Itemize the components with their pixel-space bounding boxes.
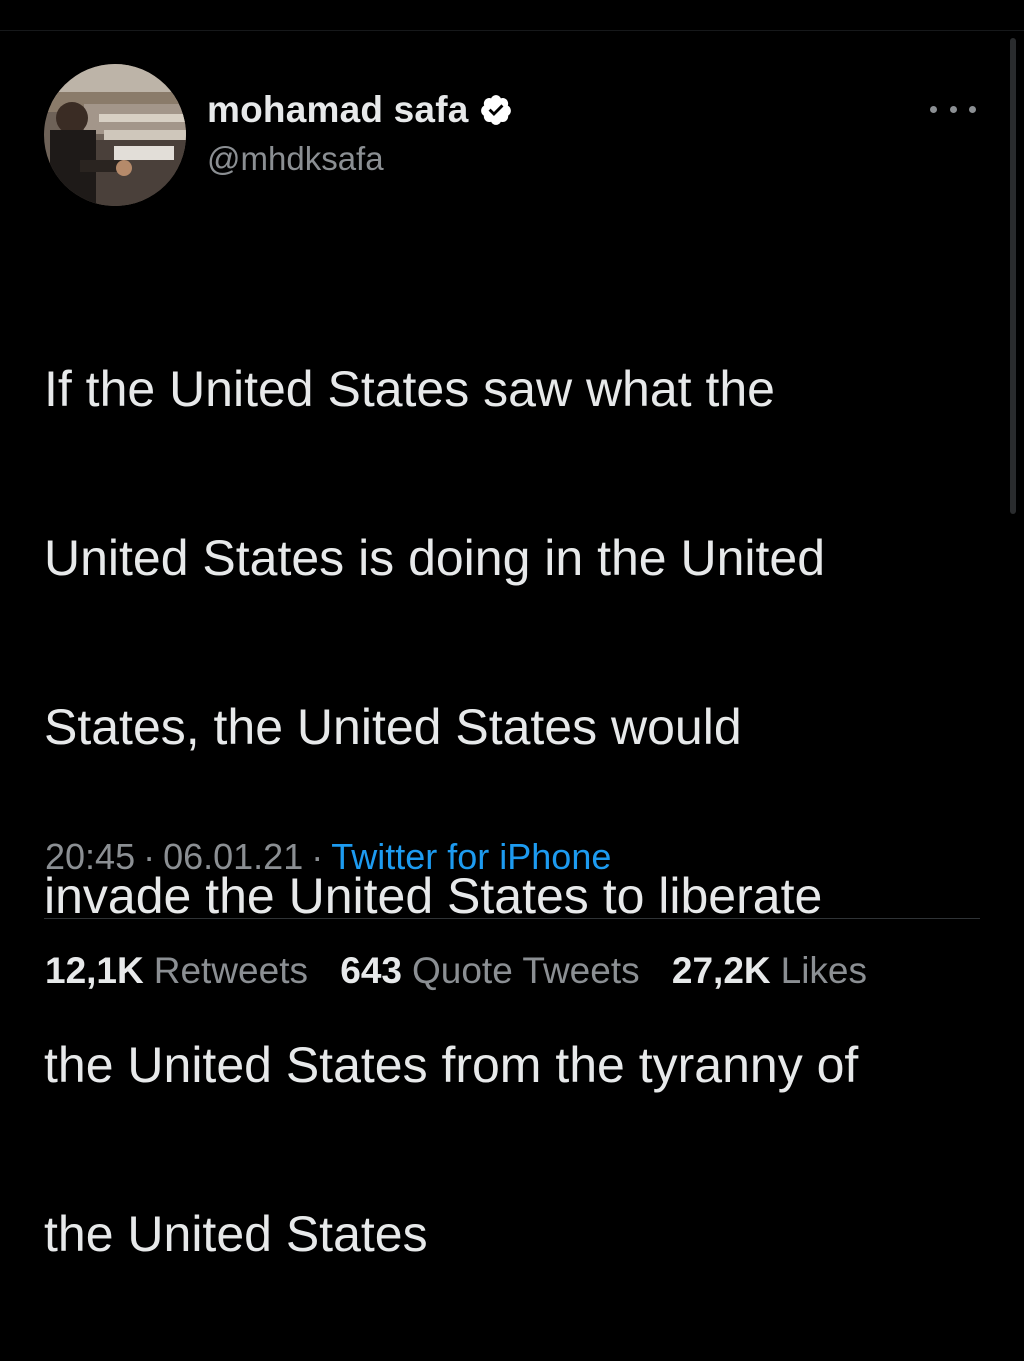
more-horizontal-icon <box>930 105 937 113</box>
tweet-text-line: United States is doing in the United <box>44 529 826 586</box>
retweets-count: 12,1K <box>45 950 144 991</box>
quote-tweets-count: 643 <box>340 950 402 991</box>
user-handle[interactable]: @mhdksafa <box>207 140 513 178</box>
avatar-photo <box>44 64 186 206</box>
quote-tweets-label: Quote Tweets <box>411 950 640 991</box>
display-name: mohamad safa <box>207 89 469 130</box>
tweet-text-line: the United States <box>44 1205 428 1262</box>
meta-separator: · <box>311 836 324 877</box>
verified-badge-icon <box>479 93 513 127</box>
tweet-text: If the United States saw what the United… <box>44 262 999 1361</box>
stats-divider <box>44 918 980 919</box>
tweet-text-line: States, the United States would <box>44 698 742 755</box>
more-options-button[interactable] <box>930 96 976 122</box>
display-name-row[interactable]: mohamad safa <box>207 86 513 134</box>
user-info: mohamad safa @mhdksafa <box>207 86 513 178</box>
tweet: mohamad safa @mhdksafa If the United Sta… <box>0 0 1024 1262</box>
quote-tweets-stat[interactable]: 643 Quote Tweets <box>340 950 639 991</box>
more-horizontal-icon <box>969 105 976 113</box>
retweets-stat[interactable]: 12,1K Retweets <box>45 950 308 991</box>
tweet-time[interactable]: 20:45 <box>45 836 135 877</box>
likes-count: 27,2K <box>671 950 771 991</box>
tweet-metadata: 20:45 · 06.01.21 · Twitter for iPhone <box>45 836 611 878</box>
engagement-stats: 12,1K Retweets 643 Quote Tweets 27,2K Likes <box>45 950 867 992</box>
likes-label: Likes <box>780 950 868 991</box>
tweet-text-line: If the United States saw what the <box>44 360 775 417</box>
tweet-date[interactable]: 06.01.21 <box>163 836 303 877</box>
likes-stat[interactable]: 27,2K Likes <box>672 950 867 991</box>
more-horizontal-icon <box>949 105 957 113</box>
meta-separator: · <box>143 836 156 877</box>
tweet-text-line: the United States from the tyranny of <box>44 1036 859 1093</box>
tweet-source-link[interactable]: Twitter for iPhone <box>331 836 611 877</box>
retweets-label: Retweets <box>153 950 308 991</box>
avatar[interactable] <box>44 64 186 206</box>
